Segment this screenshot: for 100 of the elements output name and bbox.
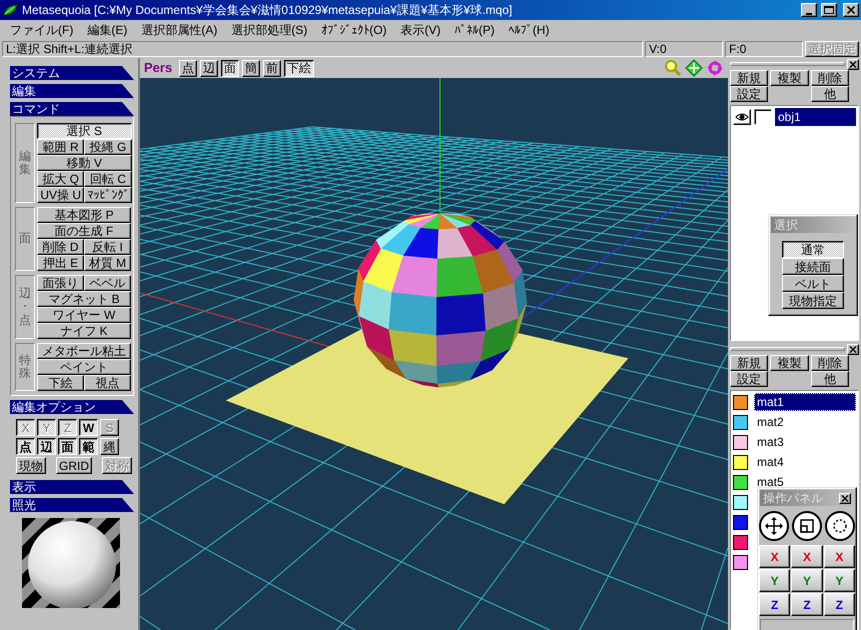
material-name[interactable]: mat5 (754, 473, 856, 491)
panel-button[interactable]: 新規 (730, 355, 768, 371)
view-toggle[interactable]: 下絵 (284, 60, 314, 76)
axis-button[interactable]: Z (824, 593, 855, 616)
command-button[interactable]: 移動 V (37, 155, 132, 171)
command-button[interactable]: 押出 E (37, 255, 84, 271)
close-button[interactable] (847, 58, 859, 70)
minimize-button[interactable] (801, 3, 817, 17)
object-name[interactable]: obj1 (775, 108, 856, 126)
panel-button[interactable]: 削除 (810, 70, 849, 86)
axis-button[interactable]: Y (791, 569, 823, 592)
command-button[interactable]: ペイント (37, 359, 131, 375)
view-toggle[interactable]: 面 (221, 60, 240, 76)
menu-item[interactable]: 編集(E) (81, 23, 134, 37)
close-button[interactable] (847, 344, 859, 354)
select-mode-button[interactable]: ベルト (782, 275, 844, 292)
axis-button[interactable]: Z (759, 593, 790, 616)
menu-item[interactable]: 表示(V) (394, 23, 447, 37)
view-mode-label[interactable]: Pers (144, 61, 172, 75)
close-button[interactable] (843, 3, 859, 17)
panel-button[interactable]: 複製 (770, 355, 809, 371)
section-header[interactable]: 表示 (10, 480, 134, 494)
axis-button[interactable]: X (824, 545, 855, 568)
section-header[interactable]: 照光 (10, 498, 134, 512)
color-swatch[interactable] (733, 434, 748, 450)
panel-button[interactable]: 他 (810, 371, 849, 387)
color-swatch[interactable] (733, 514, 748, 530)
material-name[interactable]: mat2 (754, 413, 856, 431)
section-header[interactable]: コマンド (10, 102, 134, 116)
visibility-toggle[interactable] (733, 109, 751, 125)
axis-button[interactable]: Y (759, 569, 790, 592)
view-toggle[interactable]: 辺 (200, 60, 218, 76)
color-swatch[interactable] (733, 554, 748, 570)
move-arrows-tool-button[interactable] (759, 511, 790, 541)
command-button[interactable]: 投縄 G (84, 139, 132, 155)
option-toggle[interactable]: 点 (16, 438, 35, 455)
command-button[interactable]: 面張り (37, 275, 84, 291)
command-button[interactable]: 面の生成 F (37, 223, 131, 239)
close-button[interactable] (839, 492, 851, 504)
lighting-preview-drawing[interactable] (22, 518, 120, 608)
command-button[interactable]: 選択 S (37, 123, 132, 139)
option-toggle[interactable]: 範 (79, 438, 98, 455)
axis-button[interactable]: X (759, 545, 790, 568)
panel-button[interactable]: 設定 (730, 86, 768, 102)
option-toggle[interactable]: 縄 (100, 438, 119, 455)
command-button[interactable]: 視点 (84, 375, 131, 391)
command-button[interactable]: ベベル (84, 275, 131, 291)
color-swatch[interactable] (733, 414, 748, 430)
panel-button[interactable]: 新規 (730, 70, 768, 86)
material-name[interactable]: mat3 (754, 433, 856, 451)
command-button[interactable]: ナイフ K (37, 323, 131, 339)
command-button[interactable]: 下絵 (37, 375, 84, 391)
color-swatch[interactable] (733, 534, 748, 550)
lock-toggle[interactable] (754, 109, 772, 125)
view-toggle[interactable]: 点 (179, 60, 198, 76)
command-button[interactable]: 基本図形 P (37, 207, 131, 223)
select-mode-button[interactable]: 接続面 (782, 258, 844, 275)
panel-button[interactable]: 削除 (810, 355, 849, 371)
command-button[interactable]: 削除 D (37, 239, 84, 255)
option-toggle[interactable]: 面 (58, 438, 77, 455)
command-button[interactable]: 範囲 R (37, 139, 84, 155)
option-toggle[interactable]: GRID (56, 457, 92, 474)
command-button[interactable]: ﾏｯﾋﾟﾝｸﾞ (84, 187, 132, 203)
menu-item[interactable]: 選択部属性(A) (135, 23, 224, 37)
material-name[interactable]: mat1 (754, 393, 856, 411)
scale-squares-tool-button[interactable] (792, 511, 822, 541)
color-swatch[interactable] (733, 494, 748, 510)
command-button[interactable]: 反転 I (84, 239, 131, 255)
color-swatch[interactable] (733, 474, 748, 490)
axis-button[interactable]: Y (824, 569, 855, 592)
panel-button[interactable]: 設定 (730, 371, 768, 387)
command-button[interactable]: 拡大 Q (37, 171, 84, 187)
section-header[interactable]: 編集オプション (10, 400, 134, 414)
select-mode-button[interactable]: 現物指定 (782, 292, 844, 309)
maximize-button[interactable] (821, 3, 837, 17)
select-mode-button[interactable]: 通常 (782, 241, 844, 258)
command-button[interactable]: UV操 U (37, 187, 84, 203)
menu-item[interactable]: ファイル(F) (4, 23, 80, 37)
axis-button[interactable]: Z (791, 593, 823, 616)
section-header[interactable]: システム (10, 66, 134, 80)
option-toggle[interactable]: W (79, 419, 98, 436)
menu-item[interactable]: ｵﾌﾞｼﾞｪｸﾄ(O) (315, 23, 393, 37)
option-toggle[interactable]: 現物 (16, 457, 46, 474)
color-swatch[interactable] (733, 454, 748, 470)
panel-button[interactable]: 複製 (770, 70, 809, 86)
panel-button[interactable]: 他 (810, 86, 849, 102)
option-toggle[interactable]: 辺 (37, 438, 56, 455)
material-name[interactable]: mat4 (754, 453, 856, 471)
dashed-circle-tool-button[interactable] (824, 511, 855, 541)
view-toggle[interactable]: 前 (263, 60, 282, 76)
command-button[interactable]: ワイヤー W (37, 307, 131, 323)
command-button[interactable]: 回転 C (84, 171, 132, 187)
menu-item[interactable]: 選択部処理(S) (225, 23, 314, 37)
command-button[interactable]: 材質 M (84, 255, 131, 271)
section-header[interactable]: 編集 (10, 84, 134, 98)
axis-button[interactable]: X (791, 545, 823, 568)
magnifier-icon[interactable] (664, 59, 682, 77)
menu-item[interactable]: ﾊﾟﾈﾙ(P) (448, 23, 501, 37)
menu-item[interactable]: ﾍﾙﾌﾟ(H) (502, 23, 556, 37)
sphere-on-plane-drawing[interactable] (226, 212, 628, 504)
